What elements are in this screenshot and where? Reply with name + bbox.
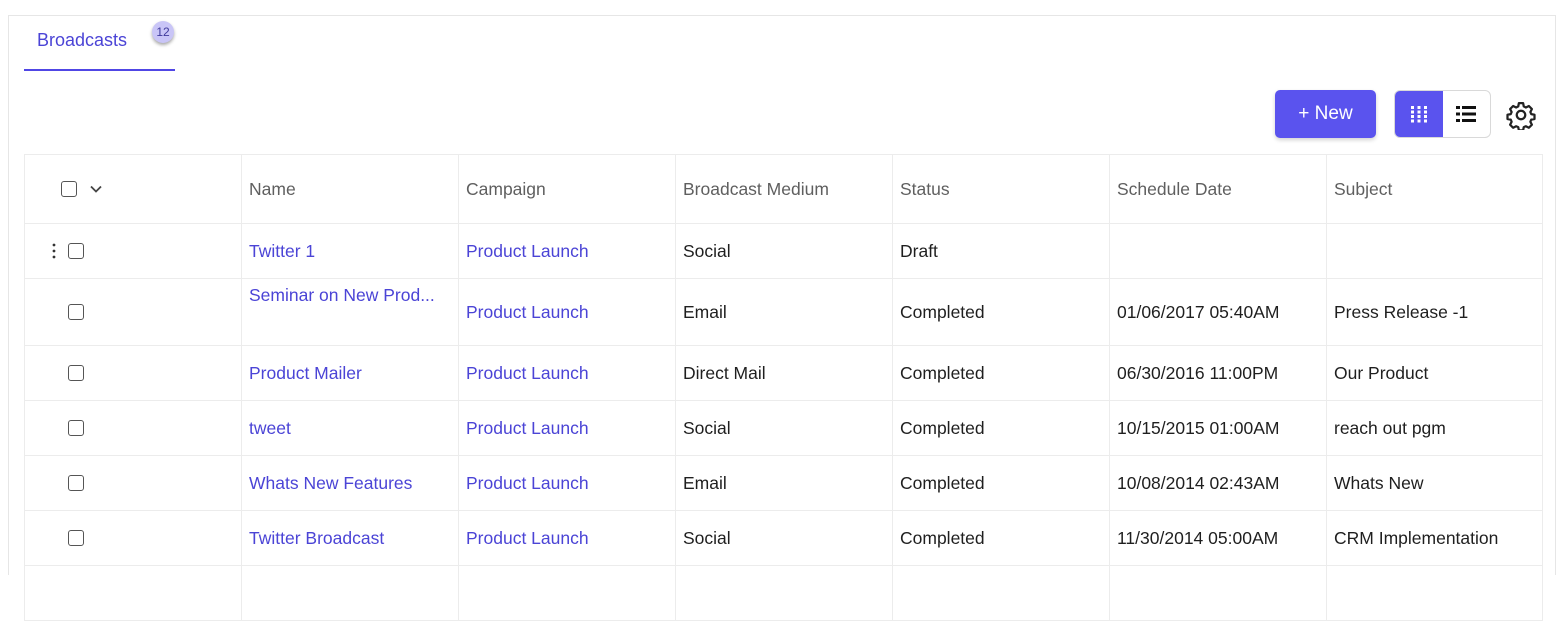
- broadcast-name-link[interactable]: Product Mailer: [249, 363, 362, 383]
- broadcast-name-link[interactable]: tweet: [249, 418, 291, 438]
- column-header-name[interactable]: Name: [241, 154, 459, 224]
- column-header-status[interactable]: Status: [892, 154, 1110, 224]
- status-cell: Completed: [892, 278, 1110, 346]
- broadcast-name-link[interactable]: Twitter Broadcast: [249, 528, 384, 548]
- status-cell: Completed: [892, 345, 1110, 401]
- grid-view-button[interactable]: [1395, 91, 1443, 137]
- subject-cell: [1326, 223, 1543, 279]
- broadcast-medium-cell: Email: [675, 278, 893, 346]
- tab-broadcasts-label: Broadcasts: [37, 30, 128, 50]
- list-view-icon: [1456, 106, 1477, 122]
- chevron-down-icon[interactable]: [89, 182, 103, 196]
- broadcast-name-link[interactable]: Seminar on New Prod...: [249, 285, 435, 305]
- broadcast-medium-cell: Social: [675, 223, 893, 279]
- broadcast-medium-cell: Direct Mail: [675, 345, 893, 401]
- column-header-broadcast-medium[interactable]: Broadcast Medium: [675, 154, 893, 224]
- subject-cell: Our Product: [1326, 345, 1543, 401]
- schedule-date-cell: 10/08/2014 02:43AM: [1109, 455, 1327, 511]
- row-select-cell: [24, 223, 242, 279]
- campaign-link[interactable]: Product Launch: [466, 363, 589, 383]
- more-vertical-icon[interactable]: [51, 242, 57, 260]
- row-checkbox[interactable]: [68, 530, 84, 546]
- broadcast-medium-cell: Social: [675, 510, 893, 566]
- status-cell: Completed: [892, 455, 1110, 511]
- row-select-cell: [24, 510, 242, 566]
- campaign-link[interactable]: Product Launch: [466, 302, 589, 322]
- row-checkbox[interactable]: [68, 243, 84, 259]
- status-cell: Completed: [892, 400, 1110, 456]
- schedule-date-cell: 10/15/2015 01:00AM: [1109, 400, 1327, 456]
- table-row: Product Mailer Product Launch Direct Mai…: [24, 345, 1543, 401]
- campaign-link[interactable]: Product Launch: [466, 528, 589, 548]
- tab-broadcasts[interactable]: Broadcasts 12: [24, 16, 175, 71]
- row-checkbox[interactable]: [68, 304, 84, 320]
- broadcast-medium-cell: Email: [675, 455, 893, 511]
- schedule-date-cell: [1109, 223, 1327, 279]
- row-select-cell: [24, 278, 242, 346]
- column-header-campaign[interactable]: Campaign: [458, 154, 676, 224]
- table-row: Whats New Features Product Launch Email …: [24, 455, 1543, 511]
- column-header-schedule-date[interactable]: Schedule Date: [1109, 154, 1327, 224]
- subject-cell: reach out pgm: [1326, 400, 1543, 456]
- broadcast-name-link[interactable]: Twitter 1: [249, 241, 315, 261]
- row-checkbox[interactable]: [68, 420, 84, 436]
- campaign-link[interactable]: Product Launch: [466, 418, 589, 438]
- new-broadcast-button[interactable]: + New: [1275, 90, 1376, 138]
- table-row-partial: [24, 565, 1543, 621]
- schedule-date-cell: 11/30/2014 05:00AM: [1109, 510, 1327, 566]
- status-cell: Draft: [892, 223, 1110, 279]
- table-row: tweet Product Launch Social Completed 10…: [24, 400, 1543, 456]
- broadcast-medium-cell: Social: [675, 400, 893, 456]
- list-view-button[interactable]: [1443, 91, 1491, 137]
- campaign-link[interactable]: Product Launch: [466, 241, 589, 261]
- table-row: Seminar on New Prod... Product Launch Em…: [24, 278, 1543, 346]
- gear-icon[interactable]: [1506, 100, 1536, 130]
- tab-count-badge: 12: [152, 21, 174, 43]
- select-all-header: [24, 154, 242, 224]
- select-all-checkbox[interactable]: [61, 181, 77, 197]
- subject-cell: CRM Implementation: [1326, 510, 1543, 566]
- table-row: Twitter Broadcast Product Launch Social …: [24, 510, 1543, 566]
- subject-cell: Press Release -1: [1326, 278, 1543, 346]
- grid-view-icon: [1410, 106, 1427, 123]
- row-checkbox[interactable]: [68, 365, 84, 381]
- row-select-cell: [24, 455, 242, 511]
- status-cell: Completed: [892, 510, 1110, 566]
- subject-cell: Whats New: [1326, 455, 1543, 511]
- broadcast-name-link[interactable]: Whats New Features: [249, 473, 412, 493]
- schedule-date-cell: 06/30/2016 11:00PM: [1109, 345, 1327, 401]
- campaign-link[interactable]: Product Launch: [466, 473, 589, 493]
- broadcasts-panel: Broadcasts 12 + New Name Campaign Broadc…: [8, 15, 1556, 621]
- row-checkbox[interactable]: [68, 475, 84, 491]
- view-toggle: [1394, 90, 1491, 138]
- schedule-date-cell: 01/06/2017 05:40AM: [1109, 278, 1327, 346]
- row-select-cell: [24, 400, 242, 456]
- broadcasts-table: Name Campaign Broadcast Medium Status Sc…: [24, 154, 1543, 621]
- table-header-row: Name Campaign Broadcast Medium Status Sc…: [24, 154, 1543, 224]
- table-row: Twitter 1 Product Launch Social Draft: [24, 223, 1543, 279]
- column-header-subject[interactable]: Subject: [1326, 154, 1543, 224]
- row-select-cell: [24, 345, 242, 401]
